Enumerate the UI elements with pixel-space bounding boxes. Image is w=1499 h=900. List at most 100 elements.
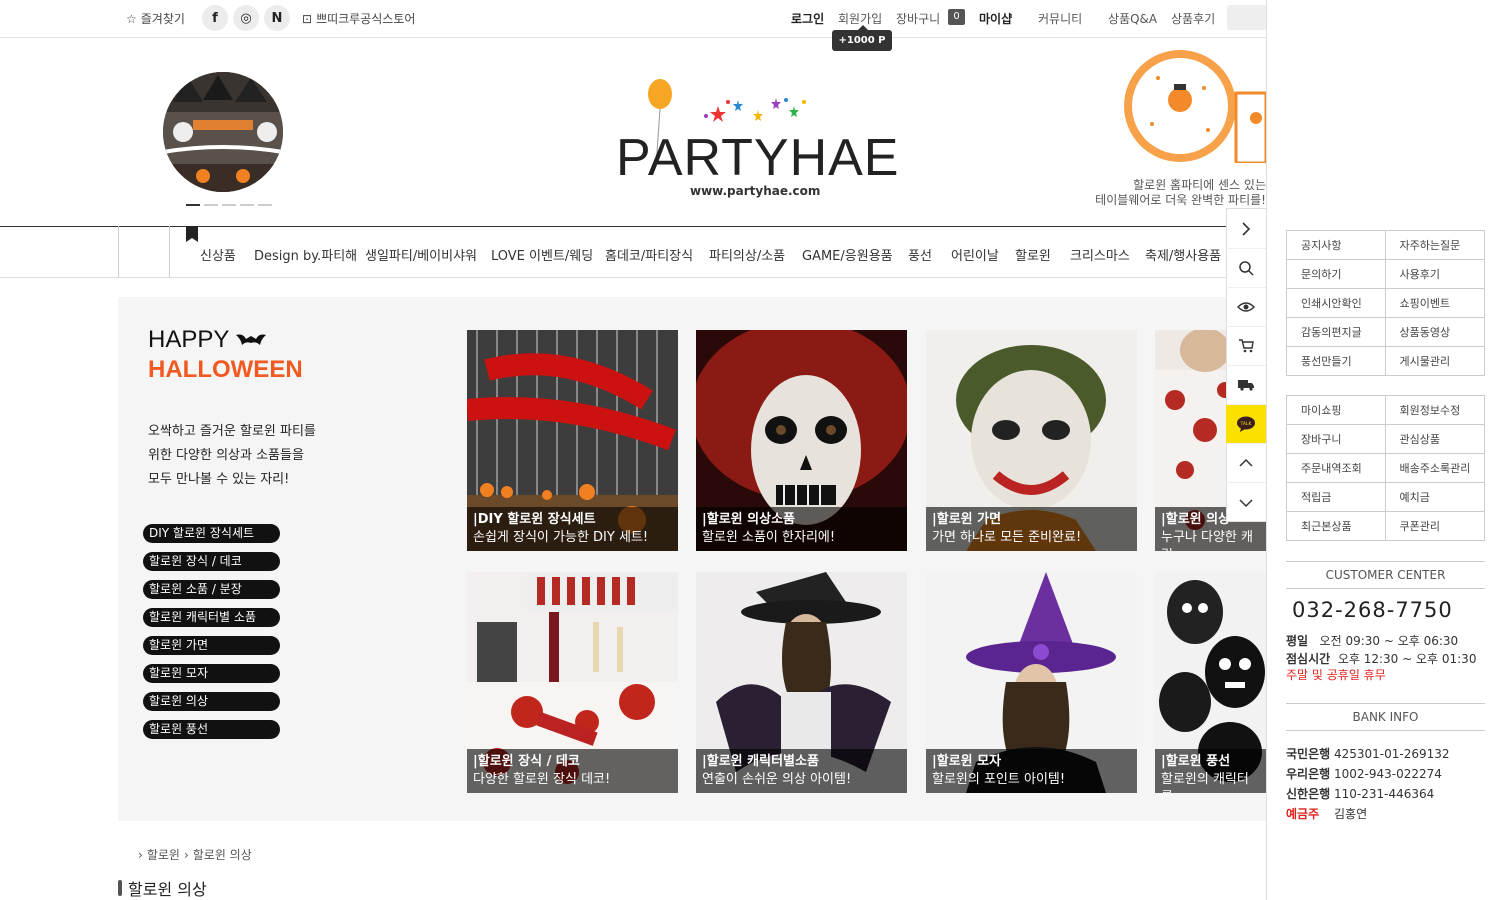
tableware-banner-image[interactable] <box>1118 48 1266 163</box>
nav-item-festival[interactable]: 축제/행사용품 <box>1145 245 1221 264</box>
bank-name: 신한은행 <box>1286 787 1331 801</box>
hours-label: 평일 <box>1286 634 1309 648</box>
halloween-banner-image[interactable] <box>163 72 283 192</box>
login-link[interactable]: 로그인 <box>791 10 824 27</box>
recent-products-link[interactable]: 최근본상품 <box>1287 512 1386 540</box>
nav-item-love[interactable]: LOVE 이벤트/웨딩 <box>491 245 593 264</box>
chevron-right-icon[interactable] <box>1226 210 1266 249</box>
pagination-dot[interactable] <box>186 204 200 206</box>
page-title-text: 할로윈 의상 <box>128 880 207 899</box>
bank-row: 국민은행 425301-01-269132 <box>1286 745 1450 762</box>
category-card-hat[interactable]: |할로윈 모자할로윈의 포인트 아이템! <box>926 572 1137 793</box>
product-video-link[interactable]: 상품동영상 <box>1386 318 1485 346</box>
instagram-icon[interactable]: ◎ <box>233 5 259 31</box>
kakao-talk-icon[interactable]: TALK <box>1226 405 1266 444</box>
card-title: |DIY 할로윈 장식세트 <box>473 512 596 527</box>
nav-item-balloon[interactable]: 풍선 <box>908 245 932 264</box>
truck-icon[interactable] <box>1226 366 1266 405</box>
pagination-dot[interactable] <box>258 204 272 206</box>
lunch-label: 점심시간 <box>1286 652 1331 666</box>
category-card-costume-props[interactable]: |할로윈 의상소품 할로윈 소품이 한자리에! <box>696 330 907 551</box>
mypage-link[interactable]: 마이샵 <box>979 10 1012 27</box>
deposit-link[interactable]: 예치금 <box>1386 483 1485 511</box>
category-card-deco[interactable]: |할로윈 장식 / 데코 다양한 할로윈 장식 데코! <box>467 572 678 793</box>
hero-desc-line: 모두 만나볼 수 있는 자리! <box>148 472 290 487</box>
post-manage-link[interactable]: 게시물관리 <box>1386 347 1485 375</box>
nav-item-halloween[interactable]: 할로윈 <box>1015 245 1051 264</box>
nav-item-new[interactable]: 신상품 <box>200 245 236 264</box>
bank-row: 신한은행 110-231-446364 <box>1286 785 1434 802</box>
category-pill[interactable]: 할로윈 캐릭터별 소품 <box>143 608 280 627</box>
edit-profile-link[interactable]: 회원정보수정 <box>1386 396 1485 424</box>
page-title: 할로윈 의상 <box>118 876 207 900</box>
address-book-link[interactable]: 배송주소록관리 <box>1386 454 1485 482</box>
nav-item-costume[interactable]: 파티의상/소품 <box>709 245 785 264</box>
breadcrumb-item[interactable]: 할로윈 의상 <box>193 846 252 863</box>
card-subtitle: 할로윈의 캐릭터를 <box>1161 772 1249 793</box>
nav-item-design[interactable]: Design by.파티해 <box>254 245 357 264</box>
top-search-input[interactable] <box>1227 5 1267 30</box>
logo-url: www.partyhae.com <box>690 184 821 198</box>
notice-link[interactable]: 공지사항 <box>1287 231 1386 259</box>
category-card-character[interactable]: |할로윈 캐릭터별소품 연출이 손쉬운 의상 아이템! <box>696 572 907 793</box>
pagination-dot[interactable] <box>204 204 218 206</box>
community-link[interactable]: 커뮤니티 <box>1038 10 1082 27</box>
letters-link[interactable]: 감동의편지글 <box>1287 318 1386 346</box>
chevron-up-icon[interactable] <box>1226 444 1266 483</box>
review-board-link[interactable]: 사용후기 <box>1386 260 1485 288</box>
card-title: |할로윈 캐릭터별소품 <box>702 754 819 769</box>
category-pill[interactable]: 할로윈 모자 <box>143 664 280 683</box>
card-subtitle: 누구나 다양한 캐릭 <box>1161 530 1253 551</box>
card-title: |할로윈 모자 <box>932 754 1002 769</box>
category-pill[interactable]: 할로윈 장식 / 데코 <box>143 552 280 571</box>
category-pill[interactable]: DIY 할로윈 장식세트 <box>143 524 280 543</box>
cart-link[interactable]: 장바구니 <box>896 10 940 27</box>
bank-name: 국민은행 <box>1286 747 1331 761</box>
pagination-dot[interactable] <box>240 204 254 206</box>
cart-panel-link[interactable]: 장바구니 <box>1287 425 1386 453</box>
breadcrumb-item[interactable]: 할로윈 <box>147 846 180 863</box>
qna-link[interactable]: 상품Q&A <box>1108 10 1157 27</box>
inquiry-link[interactable]: 문의하기 <box>1287 260 1386 288</box>
category-card-diy[interactable]: |DIY 할로윈 장식세트 손쉽게 장식이 가능한 DIY 세트! <box>467 330 678 551</box>
category-pill[interactable]: 할로윈 의상 <box>143 692 280 711</box>
category-card-mask[interactable]: |할로윈 가면 가면 하나로 모든 준비완료! <box>926 330 1137 551</box>
favorite-link[interactable]: ☆ 즐겨찾기 <box>126 10 185 27</box>
nav-item-homedeco[interactable]: 홈데코/파티장식 <box>605 245 693 264</box>
bank-account: 425301-01-269132 <box>1334 747 1450 761</box>
category-card-balloon[interactable]: |할로윈 풍선할로윈의 캐릭터를 <box>1155 572 1266 793</box>
pagination-dot[interactable] <box>222 204 236 206</box>
category-pill[interactable]: 할로윈 가면 <box>143 636 280 655</box>
lunch-hours: 점심시간 오후 12:30 ~ 오후 01:30 <box>1286 650 1476 667</box>
shopping-event-link[interactable]: 쇼핑이벤트 <box>1386 289 1485 317</box>
bat-icon <box>235 334 266 345</box>
print-proof-link[interactable]: 인쇄시안확인 <box>1287 289 1386 317</box>
wishlist-link[interactable]: 관심상품 <box>1386 425 1485 453</box>
category-pill[interactable]: 할로윈 소품 / 분장 <box>143 580 280 599</box>
nav-item-birthday[interactable]: 생일파티/베이비샤워 <box>365 245 477 264</box>
cart-icon[interactable] <box>1226 327 1266 366</box>
nav-item-christmas[interactable]: 크리스마스 <box>1070 245 1130 264</box>
card-title: |할로윈 풍선 <box>1161 754 1231 769</box>
order-history-link[interactable]: 주문내역조회 <box>1287 454 1386 482</box>
tableware-banner-caption: 할로윈 홈파티에 센스 있는 테이블웨어로 더욱 완벽한 파티를! <box>1080 178 1266 208</box>
mileage-link[interactable]: 적립금 <box>1287 483 1386 511</box>
my-shopping-link[interactable]: 마이쇼핑 <box>1287 396 1386 424</box>
card-subtitle: 할로윈의 포인트 아이템! <box>932 772 1066 787</box>
official-store-link[interactable]: ⊡ 쁘띠크루공식스토어 <box>302 10 415 27</box>
coupons-link[interactable]: 쿠폰관리 <box>1386 512 1485 540</box>
review-link[interactable]: 상품후기 <box>1171 10 1215 27</box>
faq-link[interactable]: 자주하는질문 <box>1386 231 1485 259</box>
chevron-down-icon[interactable] <box>1226 483 1266 522</box>
category-pill[interactable]: 할로윈 풍선 <box>143 720 280 739</box>
card-caption: |할로윈 가면 가면 하나로 모든 준비완료! <box>926 507 1137 551</box>
search-icon[interactable] <box>1226 249 1266 288</box>
facebook-icon[interactable]: f <box>202 5 228 31</box>
nav-item-childrens-day[interactable]: 어린이날 <box>951 245 999 264</box>
balloon-making-link[interactable]: 풍선만들기 <box>1287 347 1386 375</box>
customer-center-heading: CUSTOMER CENTER <box>1286 561 1485 589</box>
eye-icon[interactable] <box>1226 288 1266 327</box>
naver-icon[interactable]: N <box>264 5 290 31</box>
all-categories-button[interactable] <box>118 226 170 278</box>
nav-item-game[interactable]: GAME/응원용품 <box>802 245 893 264</box>
